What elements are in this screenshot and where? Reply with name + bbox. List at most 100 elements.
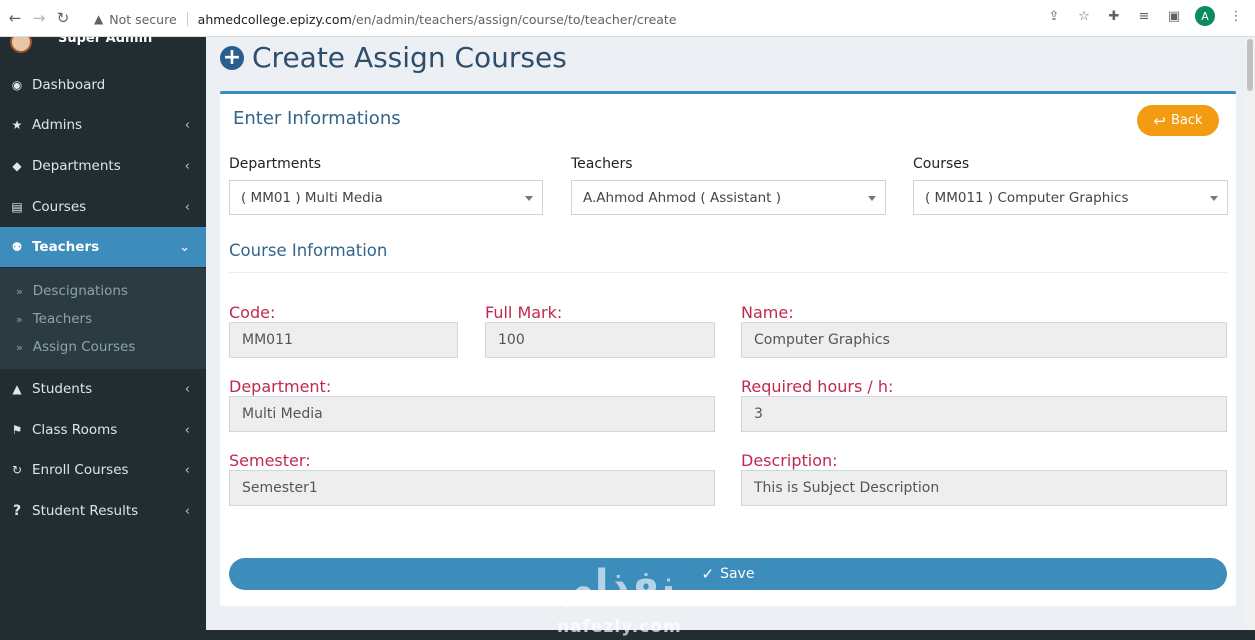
sidebar-item-enroll-courses[interactable]: ↻ Enroll Courses ‹ [0,450,206,490]
hours-label: Required hours / h: [741,377,894,396]
semester-label: Semester: [229,451,311,470]
question-icon: ? [12,503,22,519]
sidebar-item-label: Students [32,381,93,397]
back-button-label: Back [1171,113,1203,128]
share-icon[interactable]: ⇪ [1045,7,1063,25]
warning-icon: ▲ [94,12,104,26]
sidebar-item-label: Departments [32,158,121,174]
departments-selected: ( MM01 ) Multi Media [241,189,383,206]
address-bar[interactable]: ▲ Not secure ahmedcollege.epizy.com/en/a… [94,6,1096,32]
bookmark-star-icon[interactable]: ☆ [1075,7,1093,25]
form-box: Enter Informations ↩ Back Departments ( … [220,91,1236,606]
sidebar-item-teachers[interactable]: ⚉ Teachers ⌄ [0,227,206,267]
browser-actions: ⇪ ☆ ✚ ≡ ▣ A ⋮ [1045,6,1245,26]
profile-avatar[interactable]: A [1195,6,1215,26]
sidebar-item-student-results[interactable]: ? Student Results ‹ [0,491,206,531]
fullmark-field[interactable]: 100 [485,322,715,358]
star-icon: ★ [11,118,23,132]
courses-label: Courses [913,156,970,172]
sidebar-item-label: Dashboard [32,77,106,93]
name-field[interactable]: Computer Graphics [741,322,1227,358]
double-chevron-icon: » [16,284,23,298]
sidebar-item-admins[interactable]: ★ Admins ‹ [0,105,206,145]
submenu-item-descignations[interactable]: » Descignations [0,277,206,305]
name-label: Name: [741,303,794,322]
save-button[interactable]: ✓ Save [229,558,1227,590]
teachers-select[interactable]: A.Ahmod Ahmod ( Assistant ) [571,180,886,215]
user-name: Super Admin [58,37,153,46]
double-chevron-icon: » [16,312,23,326]
sidebar-item-label: Courses [32,199,87,215]
chevron-left-icon: ‹ [184,503,190,519]
user-plus-icon: ⚉ [11,240,23,254]
sidebar-item-courses[interactable]: ▤ Courses ‹ [0,187,206,227]
user-panel: Super Admin [0,37,206,61]
scrollbar-thumb[interactable] [1247,39,1253,91]
submenu-item-assign-courses[interactable]: » Assign Courses [0,333,206,361]
code-field[interactable]: MM011 [229,322,458,358]
chevron-left-icon: ‹ [184,381,190,397]
chevron-down-icon: ⌄ [179,239,190,255]
chevron-left-icon: ‹ [184,462,190,478]
departments-select[interactable]: ( MM01 ) Multi Media [229,180,543,215]
url-host: ahmedcollege.epizy.com [197,11,352,27]
browser-toolbar: ← → ↻ ▲ Not secure ahmedcollege.epizy.co… [0,0,1255,37]
graduation-cap-icon: ▲ [12,382,22,396]
main-content: + Create Assign Courses Enter Informatio… [206,37,1255,630]
scrollbar[interactable] [1245,37,1255,630]
semester-field[interactable]: Semester1 [229,470,715,506]
save-button-label: Save [720,566,755,582]
refresh-icon: ↻ [11,463,23,477]
department-field[interactable]: Multi Media [229,396,715,432]
sidebar-item-label: Class Rooms [32,422,118,438]
box-title: Enter Informations [233,108,401,129]
forward-arrow-icon[interactable]: → [30,9,48,27]
description-field[interactable]: This is Subject Description [741,470,1227,506]
teachers-submenu: » Descignations » Teachers » Assign Cour… [0,268,206,369]
page-header: + Create Assign Courses [220,41,567,74]
reading-list-icon[interactable]: ≡ [1135,7,1153,25]
teachers-label: Teachers [571,156,633,172]
side-panel-icon[interactable]: ▣ [1165,7,1183,25]
back-arrow-icon[interactable]: ← [6,9,24,27]
submenu-item-label: Teachers [32,311,93,327]
extensions-icon[interactable]: ✚ [1105,7,1123,25]
url-path: /en/admin/teachers/assign/course/to/teac… [351,11,677,27]
chevron-left-icon: ‹ [184,199,190,215]
watermark-logo: نفذلي [553,562,676,608]
chevron-left-icon: ‹ [184,158,190,174]
sidebar-item-dashboard[interactable]: ◉ Dashboard [0,65,206,105]
chevron-left-icon: ‹ [184,117,190,133]
submenu-item-teachers[interactable]: » Teachers [0,305,206,333]
footer-strip [206,630,1255,640]
description-label: Description: [741,451,838,470]
sidebar-item-class-rooms[interactable]: ⚑ Class Rooms ‹ [0,410,206,450]
caret-down-icon [868,196,876,201]
page-title: Create Assign Courses [252,41,567,74]
reload-icon[interactable]: ↻ [54,9,72,27]
back-button[interactable]: ↩ Back [1137,105,1219,136]
department-label: Department: [229,377,332,396]
departments-label: Departments [229,156,322,172]
flag-icon: ⚑ [11,423,23,437]
sidebar-item-label: Student Results [32,503,139,519]
teachers-selected: A.Ahmod Ahmod ( Assistant ) [583,189,782,206]
fullmark-label: Full Mark: [485,303,563,322]
reply-arrow-icon: ↩ [1153,111,1166,130]
courses-select[interactable]: ( MM011 ) Computer Graphics [913,180,1228,215]
book-icon: ▤ [11,200,23,214]
code-label: Code: [229,303,276,322]
caret-down-icon [525,196,533,201]
section-title: Course Information [229,241,388,260]
security-status: Not secure [109,11,177,27]
sidebar-item-departments[interactable]: ◆ Departments ‹ [0,146,206,186]
plus-circle-icon: + [220,45,244,70]
sidebar-item-students[interactable]: ▲ Students ‹ [0,369,206,409]
menu-kebab-icon[interactable]: ⋮ [1227,7,1245,25]
sidebar: Super Admin ◉ Dashboard ★ Admins ‹ ◆ Dep… [0,37,206,640]
hours-field[interactable]: 3 [741,396,1227,432]
double-chevron-icon: » [16,340,23,354]
chevron-left-icon: ‹ [184,422,190,438]
caret-down-icon [1210,196,1218,201]
dashboard-icon: ◉ [11,78,23,92]
